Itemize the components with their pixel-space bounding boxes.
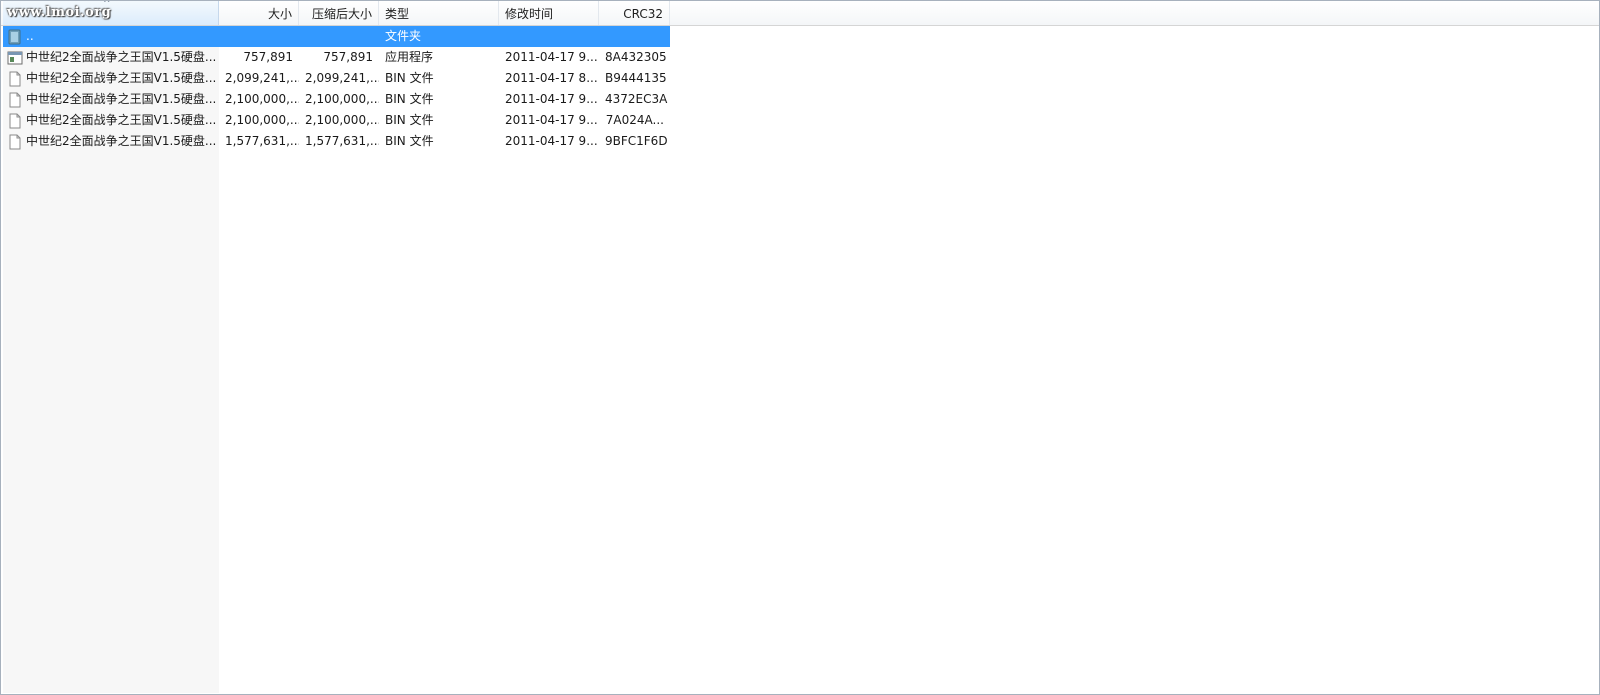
- file-type: BIN 文件: [385, 113, 434, 127]
- file-type: BIN 文件: [385, 92, 434, 106]
- list-item-parent-folder[interactable]: .. 文件夹: [1, 26, 1599, 47]
- file-name: 中世纪2全面战争之王国V1.5硬盘...: [26, 134, 217, 148]
- file-size: [219, 26, 299, 47]
- file-crc32: 8A432305: [605, 50, 667, 64]
- file-name: ..: [26, 29, 34, 43]
- file-type: BIN 文件: [385, 71, 434, 85]
- file-packed-size: 757,891: [323, 50, 373, 64]
- watermark-text: www.lmoi.org: [7, 5, 112, 20]
- file-list: .. 文件夹 中世纪2全面战争之王国V1.5硬盘... 757,891 757,…: [1, 26, 1599, 152]
- file-packed-size: [299, 26, 379, 47]
- file-crc32: 7A024A...: [605, 113, 664, 127]
- file-modified: 2011-04-17 9...: [505, 113, 598, 127]
- file-type: 应用程序: [385, 50, 434, 64]
- file-modified: 2011-04-17 8...: [505, 71, 598, 85]
- column-header-type[interactable]: 类型: [379, 1, 499, 25]
- file-name: 中世纪2全面战争之王国V1.5硬盘...: [26, 92, 217, 106]
- file-size: 1,577,631,...: [225, 134, 299, 148]
- file-type: BIN 文件: [385, 134, 434, 148]
- file-size: 757,891: [243, 50, 293, 64]
- file-crc32: 9BFC1F6D: [605, 134, 668, 148]
- file-crc32: B9444135: [605, 71, 667, 85]
- file-packed-size: 1,577,631,...: [305, 134, 379, 148]
- file-packed-size: 2,100,000,...: [305, 92, 379, 106]
- file-modified: 2011-04-17 9...: [505, 134, 598, 148]
- column-header-size[interactable]: 大小: [219, 1, 299, 25]
- list-item[interactable]: 中世纪2全面战争之王国V1.5硬盘... 2,100,000,... 2,100…: [1, 110, 1599, 131]
- file-packed-size: 2,100,000,...: [305, 113, 379, 127]
- column-header-packed-size[interactable]: 压缩后大小: [299, 1, 379, 25]
- file-name: 中世纪2全面战争之王国V1.5硬盘...: [26, 50, 217, 64]
- file-name: 中世纪2全面战争之王国V1.5硬盘...: [26, 71, 217, 85]
- list-item[interactable]: 中世纪2全面战争之王国V1.5硬盘... 2,099,241,... 2,099…: [1, 68, 1599, 89]
- file-name: 中世纪2全面战争之王国V1.5硬盘...: [26, 113, 217, 127]
- file-crc32: [599, 26, 670, 47]
- file-packed-size: 2,099,241,...: [305, 71, 379, 85]
- column-header-modified[interactable]: 修改时间: [499, 1, 599, 25]
- file-modified: [499, 26, 599, 47]
- list-item[interactable]: 中世纪2全面战争之王国V1.5硬盘... 757,891 757,891 应用程…: [1, 47, 1599, 68]
- file-type: 文件夹: [385, 29, 422, 43]
- file-size: 2,100,000,...: [225, 113, 299, 127]
- column-header-bar: ^ 大小 压缩后大小 类型 修改时间 CRC32 www.lmoi.org: [1, 1, 1599, 26]
- file-size: 2,100,000,...: [225, 92, 299, 106]
- file-size: 2,099,241,...: [225, 71, 299, 85]
- column-header-crc32[interactable]: CRC32: [599, 1, 670, 25]
- archive-file-list-window: ^ 大小 压缩后大小 类型 修改时间 CRC32 www.lmoi.org ..…: [0, 0, 1600, 695]
- file-modified: 2011-04-17 9...: [505, 92, 598, 106]
- list-item[interactable]: 中世纪2全面战争之王国V1.5硬盘... 2,100,000,... 2,100…: [1, 89, 1599, 110]
- file-modified: 2011-04-17 9...: [505, 50, 598, 64]
- list-item[interactable]: 中世纪2全面战争之王国V1.5硬盘... 1,577,631,... 1,577…: [1, 131, 1599, 152]
- file-crc32: 4372EC3A: [605, 92, 668, 106]
